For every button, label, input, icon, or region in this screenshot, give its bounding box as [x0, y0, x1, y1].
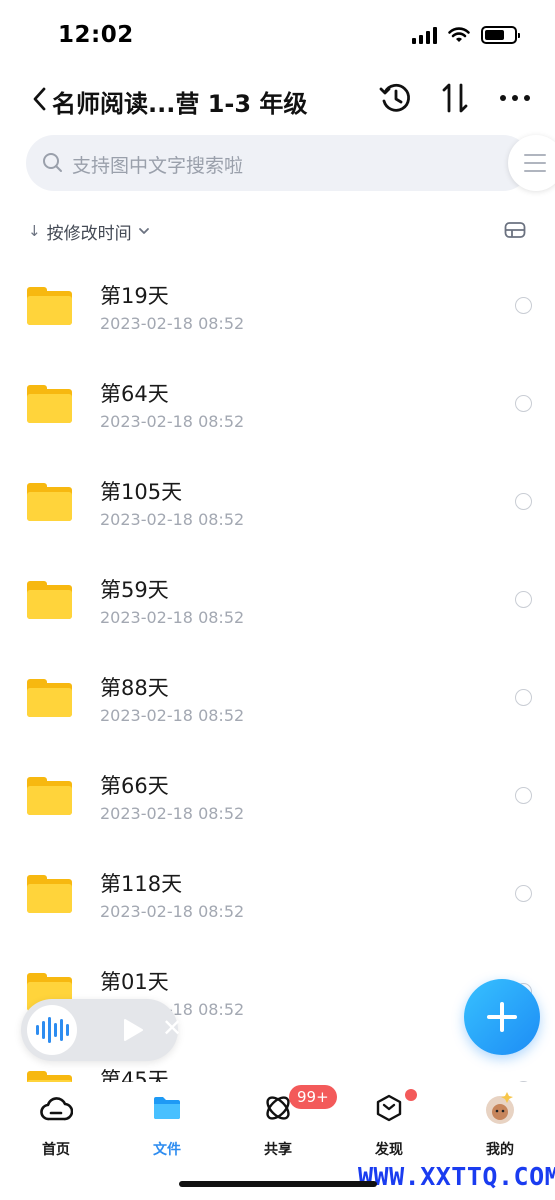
file-row[interactable]: 第64天 2023-02-18 08:52	[0, 345, 555, 443]
share-count-badge: 99+	[289, 1085, 337, 1109]
tab-me[interactable]: 我的	[455, 1092, 545, 1158]
file-date: 2023-02-18 08:52	[100, 314, 245, 333]
status-bar: 12:02	[0, 0, 555, 72]
folder-icon	[154, 1097, 180, 1119]
file-row[interactable]: 第19天 2023-02-18 08:52	[0, 247, 555, 345]
battery-icon	[481, 26, 520, 44]
file-date: 2023-02-18 08:52	[100, 510, 245, 529]
menu-icon	[524, 154, 546, 156]
select-checkbox[interactable]	[515, 689, 532, 706]
sort-selector[interactable]: ↓ 按修改时间	[28, 218, 150, 244]
folder-icon	[27, 875, 72, 913]
file-name: 第19天	[100, 284, 169, 308]
chevron-down-icon	[138, 228, 149, 234]
tab-label-share: 共享	[264, 1142, 292, 1158]
signal-icon	[412, 26, 437, 44]
file-date: 2023-02-18 08:52	[100, 412, 245, 431]
select-checkbox[interactable]	[515, 297, 532, 314]
tab-label-discover: 发现	[375, 1142, 403, 1158]
file-name: 第59天	[100, 578, 169, 602]
more-icon	[500, 95, 530, 101]
search-icon	[43, 153, 62, 172]
audio-player: ✕	[21, 999, 182, 1061]
select-checkbox[interactable]	[515, 493, 532, 510]
tab-label-home: 首页	[42, 1142, 70, 1158]
status-icons	[412, 26, 520, 44]
add-button[interactable]	[464, 979, 540, 1055]
file-name: 第64天	[100, 382, 169, 406]
file-row[interactable]: 第88天 2023-02-18 08:52	[0, 639, 555, 737]
home-cloud-icon	[40, 1097, 73, 1121]
history-icon	[379, 83, 410, 112]
tab-label-files: 文件	[153, 1142, 181, 1158]
sort-arrows-icon	[442, 83, 468, 113]
file-name: 第66天	[100, 774, 169, 798]
select-checkbox[interactable]	[515, 787, 532, 804]
folder-icon	[27, 483, 72, 521]
page-title: 名师阅读...营 1-3 年级	[52, 90, 308, 118]
history-button[interactable]	[378, 80, 414, 116]
sort-label: 按修改时间	[46, 223, 132, 244]
tab-home[interactable]: 首页	[11, 1092, 101, 1158]
file-row[interactable]: 第66天 2023-02-18 08:52	[0, 737, 555, 835]
folder-icon	[27, 777, 72, 815]
file-row[interactable]: 第105天 2023-02-18 08:52	[0, 443, 555, 541]
file-date: 2023-02-18 08:52	[100, 706, 245, 725]
folder-icon	[27, 581, 72, 619]
tab-label-me: 我的	[486, 1142, 514, 1158]
nav-bar: 名师阅读...营 1-3 年级	[0, 72, 555, 128]
file-date: 2023-02-18 08:52	[100, 804, 245, 823]
search-placeholder: 支持图中文字搜索啦	[72, 155, 244, 177]
select-checkbox[interactable]	[515, 591, 532, 608]
audio-wave-button[interactable]	[27, 1005, 77, 1055]
wifi-icon	[448, 27, 470, 42]
status-time: 12:02	[58, 22, 134, 48]
file-date: 2023-02-18 08:52	[100, 902, 245, 921]
discover-notification-dot	[405, 1089, 417, 1101]
search-input[interactable]: 支持图中文字搜索啦	[26, 135, 531, 191]
discover-cube-icon	[376, 1094, 402, 1122]
select-checkbox[interactable]	[515, 885, 532, 902]
back-icon[interactable]	[30, 86, 50, 112]
close-icon[interactable]: ✕	[162, 1016, 182, 1040]
more-button[interactable]	[497, 80, 533, 116]
tab-discover[interactable]: 发现	[344, 1092, 434, 1158]
arrow-down-icon: ↓	[28, 222, 41, 240]
menu-button[interactable]	[508, 135, 555, 191]
home-indicator	[179, 1181, 377, 1187]
avatar	[486, 1092, 514, 1124]
folder-icon	[27, 679, 72, 717]
file-name: 第118天	[100, 872, 183, 896]
folder-icon	[27, 385, 72, 423]
folder-icon	[27, 287, 72, 325]
file-date: 2023-02-18 08:52	[100, 608, 245, 627]
file-row[interactable]: 第118天 2023-02-18 08:52	[0, 835, 555, 933]
watermark-text: WWW.XXTTQ.COM	[358, 1162, 555, 1191]
file-name: 第88天	[100, 676, 169, 700]
tab-files[interactable]: 文件	[122, 1092, 212, 1158]
sort-button[interactable]	[437, 80, 473, 116]
audio-wave-icon	[35, 1017, 69, 1043]
file-name: 第105天	[100, 480, 183, 504]
view-toggle-icon[interactable]	[504, 221, 526, 239]
select-checkbox[interactable]	[515, 395, 532, 412]
file-row[interactable]: 第59天 2023-02-18 08:52	[0, 541, 555, 639]
file-name: 第01天	[100, 970, 169, 994]
play-icon[interactable]	[122, 1018, 144, 1042]
